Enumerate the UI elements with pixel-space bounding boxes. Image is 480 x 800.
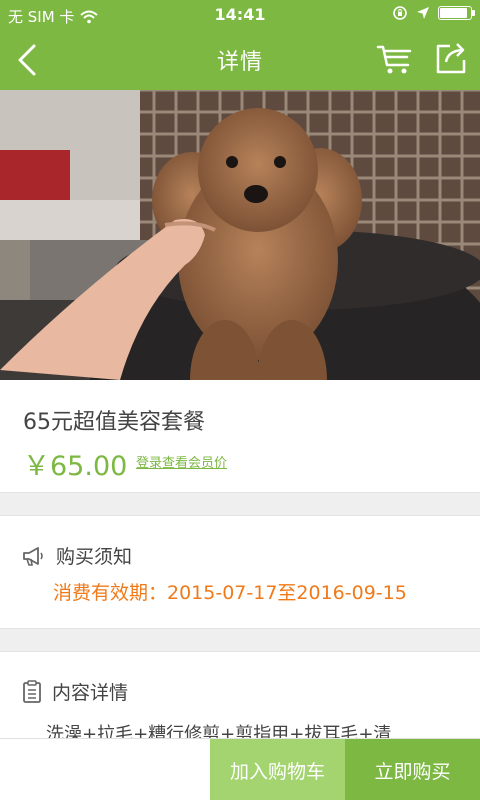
section-divider [0,628,480,652]
product-photo [0,90,480,380]
status-bar: 无 SIM 卡 14:41 [0,0,480,30]
rotation-lock-icon [393,6,407,20]
nav-bar: 详情 [0,30,480,90]
section-divider [0,492,480,516]
validity-period: 消费有效期：2015-07-17至2016-09-15 [53,582,407,604]
member-price-link[interactable]: 登录查看会员价 [136,452,227,471]
add-to-cart-button[interactable]: 加入购物车 [210,739,345,800]
location-icon [417,7,429,19]
purchase-notice-section: 购买须知 [0,516,480,628]
bottom-action-bar: 加入购物车 立即购买 [0,738,480,800]
purchase-notice-header: 购买须知 [22,542,132,569]
status-right [392,5,475,21]
product-name: 65元超值美容套餐 [23,410,205,435]
share-icon[interactable] [432,38,470,78]
purchase-notice-title: 购买须知 [56,546,133,568]
battery-level [440,8,468,18]
buy-now-button[interactable]: 立即购买 [345,739,480,800]
product-info: 65元超值美容套餐 ￥65.00 登录查看会员价 [0,380,480,492]
content-details-title: 内容详情 [52,682,129,704]
clipboard-icon [23,679,41,703]
megaphone-icon [23,546,43,566]
product-price: ￥65.00 [23,451,128,482]
battery-icon [438,6,475,20]
content-details-header: 内容详情 [22,678,128,705]
cart-icon[interactable] [375,38,415,78]
app-header: 无 SIM 卡 14:41 详情 [0,0,480,90]
